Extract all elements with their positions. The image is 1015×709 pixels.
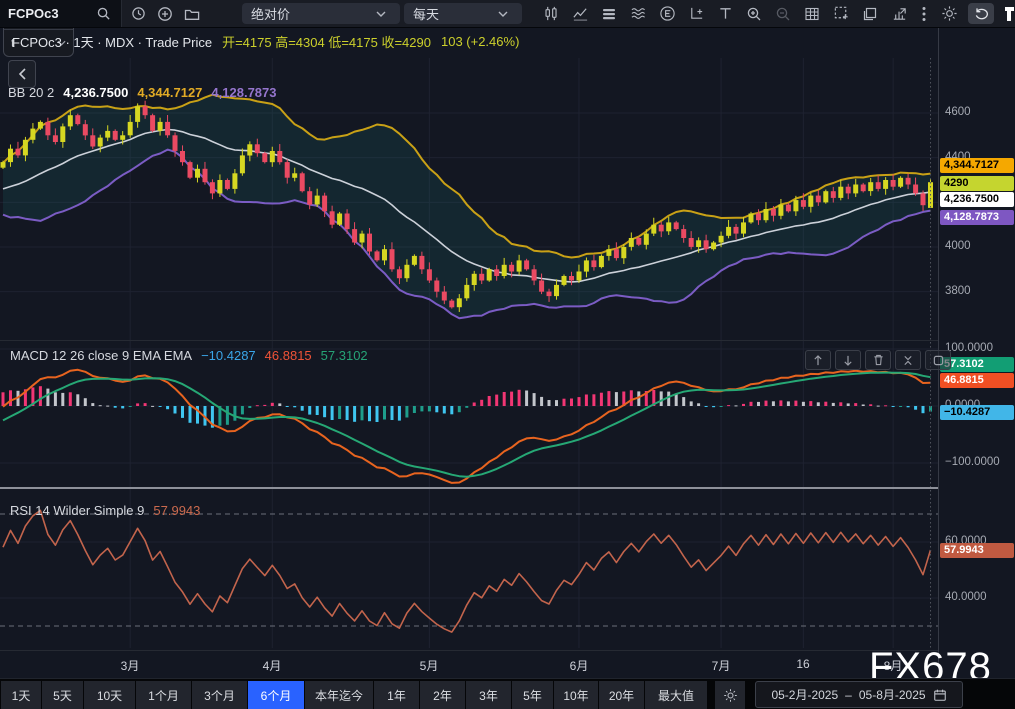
- undo-button[interactable]: [968, 3, 994, 24]
- pane-move-down-icon[interactable]: [835, 350, 861, 370]
- time-label: 6月: [570, 657, 589, 674]
- measure-icon[interactable]: [686, 4, 706, 24]
- pane-move-up-icon[interactable]: [805, 350, 831, 370]
- macd-line-value: 46.8815: [265, 348, 312, 363]
- price-mode-select[interactable]: 绝对价: [242, 3, 400, 24]
- indicators-icon[interactable]: [570, 4, 590, 24]
- range-button-2y[interactable]: 2年: [420, 681, 465, 709]
- price-tick: 3800: [945, 285, 971, 297]
- time-axis[interactable]: 3月 4月 5月 6月 7月 16 8月: [0, 650, 938, 679]
- bb-upper-value: 4,344.7127: [137, 85, 202, 100]
- range-button-ytd[interactable]: 本年迄今: [305, 681, 373, 709]
- range-button-5y[interactable]: 5年: [512, 681, 553, 709]
- bb-legend[interactable]: BB 20 2 4,236.7500 4,344.7127 4,128.7873: [8, 85, 277, 100]
- macd-signal-value: 57.3102: [321, 348, 368, 363]
- symbol-description[interactable]: FCPOc3 · 1天 · MDX · Trade Price: [12, 32, 212, 51]
- toolbar-icons: [541, 0, 1015, 27]
- symbol-search-box[interactable]: FCPOc3: [0, 0, 122, 27]
- rsi-title: RSI 14 Wilder Simple 9: [10, 503, 144, 518]
- templates-icon[interactable]: [599, 4, 619, 24]
- chevron-down-icon: [493, 4, 513, 24]
- last-price-badge: 4290: [940, 176, 1014, 191]
- tradingview-logo[interactable]: [1003, 4, 1015, 24]
- time-label: 3月: [121, 657, 140, 674]
- date-to: 05-8月-2025: [859, 686, 926, 703]
- rsi-legend[interactable]: RSI 14 Wilder Simple 9 57.9943: [10, 503, 200, 518]
- toolbar-left-icons: [128, 0, 202, 27]
- range-button-3m[interactable]: 3个月: [192, 681, 247, 709]
- interval-select[interactable]: 每天: [404, 3, 522, 24]
- candlestick-style-icon[interactable]: [541, 4, 561, 24]
- time-label: 8月: [884, 657, 903, 674]
- history-clock-icon[interactable]: [128, 4, 148, 24]
- time-label: 16: [796, 657, 809, 671]
- price-tick: 4000: [945, 240, 971, 252]
- range-button-5d[interactable]: 5天: [42, 681, 83, 709]
- rsi-tick: 40.0000: [945, 591, 987, 603]
- zoom-in-icon[interactable]: [744, 4, 764, 24]
- macd-pane-toolbar: [805, 350, 951, 370]
- macd-title: MACD 12 26 close 9 EMA EMA: [10, 348, 192, 363]
- macd-tick: −100.0000: [945, 456, 1000, 468]
- folder-icon[interactable]: [182, 4, 202, 24]
- range-button-max[interactable]: 最大值: [645, 681, 707, 709]
- symbol-info-row: FCPOc3 · 1天 · MDX · Trade Price 开=4175 高…: [12, 33, 519, 49]
- time-label: 4月: [263, 657, 282, 674]
- compare-waves-icon[interactable]: [628, 4, 648, 24]
- time-label: 7月: [712, 657, 731, 674]
- date-separator: –: [845, 688, 852, 702]
- range-settings-gear-icon[interactable]: [715, 681, 745, 709]
- text-tool-icon[interactable]: [715, 4, 735, 24]
- copy-layout-icon[interactable]: [860, 4, 880, 24]
- chevron-down-icon: [371, 4, 391, 24]
- trading-app: FCPOc3 绝对价 每天: [0, 0, 1015, 709]
- price-mode-label: 绝对价: [251, 4, 290, 23]
- date-range-picker[interactable]: 05-2月-2025 – 05-8月-2025: [755, 681, 963, 708]
- top-toolbar: FCPOc3 绝对价 每天: [0, 0, 1015, 28]
- pane-maximize-icon[interactable]: [925, 350, 951, 370]
- back-button[interactable]: [8, 60, 36, 88]
- range-button-1m[interactable]: 1个月: [136, 681, 191, 709]
- macd-hist-badge: −10.4287: [940, 405, 1014, 420]
- symbol-name: FCPOc3: [8, 6, 59, 21]
- settings-gear-icon[interactable]: [939, 4, 959, 24]
- macd-hist-value: −10.4287: [201, 348, 256, 363]
- interval-label: 每天: [413, 4, 439, 23]
- export-chart-icon[interactable]: [889, 4, 909, 24]
- rsi-value-badge: 57.9943: [940, 543, 1014, 558]
- rsi-value: 57.9943: [153, 503, 200, 518]
- screenshot-icon[interactable]: [831, 4, 851, 24]
- data-table-icon[interactable]: [802, 4, 822, 24]
- change-value: 103 (+2.46%): [441, 34, 519, 49]
- price-tick: 4600: [945, 106, 971, 118]
- range-button-10d[interactable]: 10天: [84, 681, 135, 709]
- bb-lower-value: 4,128.7873: [211, 85, 276, 100]
- pane-delete-icon[interactable]: [865, 350, 891, 370]
- range-button-3y[interactable]: 3年: [466, 681, 511, 709]
- range-button-6m[interactable]: 6个月: [248, 681, 304, 709]
- time-label: 5月: [420, 657, 439, 674]
- range-button-1y[interactable]: 1年: [374, 681, 419, 709]
- bb-upper-price-badge: 4,344.7127: [940, 158, 1014, 173]
- bb-basis-value: 4,236.7500: [63, 85, 128, 100]
- range-button-1d[interactable]: 1天: [1, 681, 41, 709]
- macd-tick: 100.0000: [945, 342, 993, 354]
- date-from: 05-2月-2025: [771, 686, 838, 703]
- bb-basis-price-badge: 4,236.7500: [940, 192, 1014, 207]
- economy-icon[interactable]: [657, 4, 677, 24]
- pane-collapse-icon[interactable]: [895, 350, 921, 370]
- search-icon: [93, 4, 113, 24]
- add-symbol-icon[interactable]: [155, 4, 175, 24]
- range-button-20y[interactable]: 20年: [599, 681, 644, 709]
- range-button-10y[interactable]: 10年: [554, 681, 598, 709]
- macd-signal-badge: 57.3102: [940, 357, 1014, 372]
- bottom-range-bar: 1天 5天 10天 1个月 3个月 6个月 本年迄今 1年 2年 3年 5年 1…: [0, 678, 1015, 709]
- macd-line-badge: 46.8815: [940, 373, 1014, 388]
- ohlc-values: 开=4175 高=4304 低=4175 收=4290: [222, 32, 431, 51]
- bb-lower-price-badge: 4,128.7873: [940, 210, 1014, 225]
- zoom-out-icon: [773, 4, 793, 24]
- calendar-icon: [933, 688, 947, 702]
- macd-legend[interactable]: MACD 12 26 close 9 EMA EMA −10.4287 46.8…: [10, 348, 368, 363]
- more-options-icon[interactable]: [918, 4, 930, 24]
